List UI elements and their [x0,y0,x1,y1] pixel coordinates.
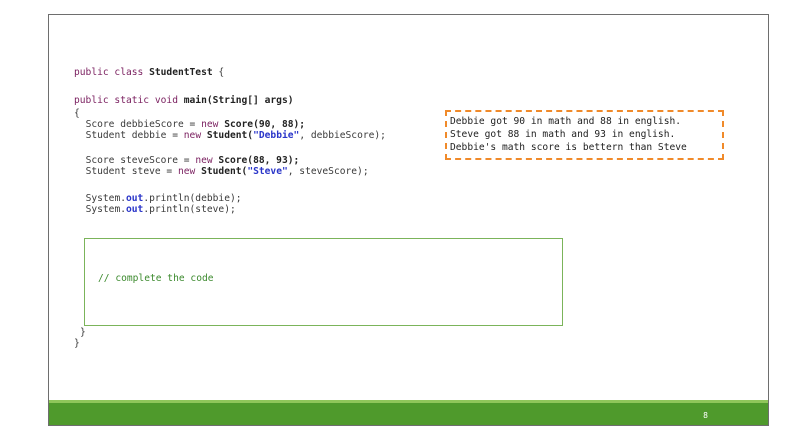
string-literal: "Steve" [247,166,288,177]
keyword: new [201,119,219,130]
code-line-debbie-score: Score debbieScore = new Score(90, 88); [74,119,306,130]
declaration: Score debbieScore = [85,119,202,130]
complete-code-comment: // complete the code [98,273,214,284]
declaration: Student debbie = [85,130,184,141]
footer-bar: 8 [49,403,768,425]
output-line: Debbie's math score is bettern than Stev… [450,142,687,153]
code-println-steve: System.out.println(steve); [74,204,236,215]
constructor: Score(88, 93); [218,155,300,166]
constructor: Student( [201,166,248,177]
output-line: Debbie got 90 in math and 88 in english. [450,116,682,127]
declaration: Student steve = [85,166,178,177]
system-class: System. [85,193,126,204]
arguments: , steveScore); [287,166,369,177]
string-literal: "Debbie" [253,130,300,141]
constructor: Score(90, 88); [224,119,306,130]
brace: { [218,67,225,78]
keyword: public class [74,67,144,78]
code-main-declaration: public static void main(String[] args) [74,95,294,106]
println-call: .println(debbie); [143,193,242,204]
keyword: new [195,155,213,166]
declaration: Score steveScore = [85,155,196,166]
code-line-steve-score: Score steveScore = new Score(88, 93); [74,155,300,166]
println-call: .println(steve); [143,204,236,215]
output-line: Steve got 88 in math and 93 in english. [450,129,676,140]
slide: public class StudentTest { public static… [48,14,769,426]
out-field: out [126,193,144,204]
code-line-debbie: Student debbie = new Student("Debbie", d… [74,130,386,141]
console-output-box: Debbie got 90 in math and 88 in english.… [445,110,724,160]
page-number: 8 [703,411,708,420]
method-signature: main(String[] args) [183,95,294,106]
code-class-declaration: public class StudentTest { [74,67,224,78]
keyword: public static void [74,95,178,106]
constructor: Student( [206,130,254,141]
class-name: StudentTest [149,67,213,78]
arguments: , debbieScore); [299,130,386,141]
complete-code-box: // complete the code [84,238,563,326]
code-open-brace: { [74,108,80,119]
code-line-steve: Student steve = new Student("Steve", ste… [74,166,369,177]
keyword: new [177,166,196,177]
keyword: new [183,130,202,141]
out-field: out [126,204,144,215]
code-println-debbie: System.out.println(debbie); [74,193,242,204]
system-class: System. [85,204,126,215]
code-close-method: } [80,327,86,338]
code-close-class: } [74,338,80,349]
